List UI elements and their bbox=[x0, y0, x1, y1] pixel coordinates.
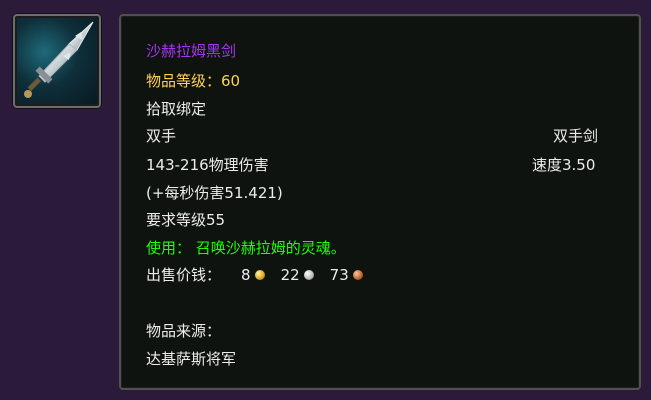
sell-price-label: 出售价钱： bbox=[146, 266, 222, 284]
sell-silver-amount: 22 bbox=[280, 266, 300, 284]
sword-icon bbox=[24, 21, 94, 98]
item-source-value: 达基萨斯将军 bbox=[146, 350, 237, 368]
gold-coin-icon bbox=[254, 270, 265, 280]
sell-copper-amount: 73 bbox=[329, 266, 349, 284]
item-damage: 143-216物理伤害 bbox=[146, 156, 269, 174]
item-weapon-type: 双手剑 bbox=[553, 127, 599, 145]
item-speed: 速度3.50 bbox=[532, 156, 596, 174]
item-dps: (+每秒伤害51.421) bbox=[146, 184, 283, 202]
item-binding: 拾取绑定 bbox=[146, 100, 207, 118]
item-source-label: 物品来源： bbox=[146, 322, 222, 340]
item-required-level: 要求等级55 bbox=[146, 211, 226, 229]
item-icon-frame[interactable] bbox=[13, 14, 101, 108]
sell-price: 出售价钱： 8 22 73 bbox=[146, 265, 363, 285]
item-use-effect: 使用： 召唤沙赫拉姆的灵魂。 bbox=[146, 239, 346, 257]
item-tooltip: 沙赫拉姆黑剑 物品等级：60 拾取绑定 双手 双手剑 143-216物理伤害 速… bbox=[119, 14, 641, 390]
copper-coin-icon bbox=[352, 270, 363, 280]
item-level: 物品等级：60 bbox=[146, 72, 241, 90]
silver-coin-icon bbox=[303, 270, 314, 280]
item-slot: 双手 bbox=[146, 127, 177, 145]
sell-gold-amount: 8 bbox=[241, 266, 251, 284]
item-name: 沙赫拉姆黑剑 bbox=[146, 42, 237, 60]
